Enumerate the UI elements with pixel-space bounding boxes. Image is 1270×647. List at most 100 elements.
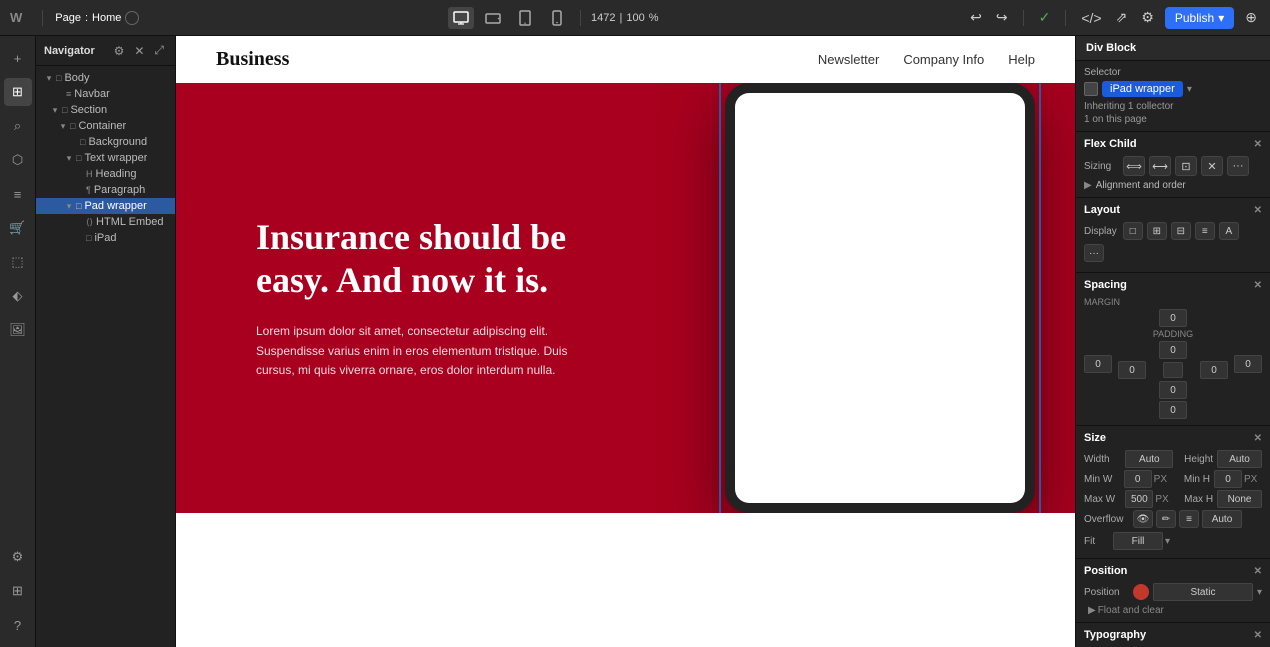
zoom-sep: | bbox=[620, 12, 623, 24]
ipad-wrapper[interactable]: iPad wrapper bbox=[725, 83, 1035, 513]
nav-help[interactable]: Help bbox=[1008, 52, 1035, 67]
mobile-btn[interactable] bbox=[544, 7, 570, 29]
navigator-close-btn[interactable]: ✕ bbox=[131, 42, 147, 59]
max-h-value[interactable]: None bbox=[1217, 490, 1262, 508]
size-none-btn[interactable]: ⊡ bbox=[1175, 156, 1197, 176]
undo-btn[interactable]: ↩ bbox=[967, 6, 985, 29]
typography-title[interactable]: Typography ✕ bbox=[1084, 629, 1262, 641]
navigator-expand-btn[interactable]: ⤢ bbox=[151, 42, 167, 59]
tree-label-heading: Heading bbox=[96, 168, 137, 180]
publish-btn[interactable]: Publish ▾ bbox=[1165, 7, 1234, 29]
overflow-visible-btn[interactable]: 👁 bbox=[1133, 510, 1153, 528]
tree-item-text-wrapper[interactable]: ▾ □ Text wrapper bbox=[36, 150, 175, 166]
max-row: Max W PX Max H None bbox=[1084, 490, 1262, 508]
position-value[interactable]: Static bbox=[1153, 583, 1253, 601]
share-btn[interactable]: ⇗ bbox=[1113, 6, 1131, 29]
canvas-content: Business Newsletter Company Info Help In… bbox=[176, 36, 1075, 647]
tablet-portrait-btn[interactable] bbox=[512, 7, 538, 29]
min-h-input[interactable] bbox=[1214, 470, 1242, 488]
navigator-settings-btn[interactable]: ⚙ bbox=[111, 42, 128, 59]
check-btn[interactable]: ✓ bbox=[1036, 6, 1054, 29]
tree-label-navbar: Navbar bbox=[74, 88, 109, 100]
alignment-order-row[interactable]: ▶ Alignment and order bbox=[1084, 180, 1262, 191]
margin-left-input[interactable] bbox=[1084, 355, 1112, 373]
add-element-btn[interactable]: + bbox=[4, 44, 32, 72]
margin-right-input[interactable] bbox=[1234, 355, 1262, 373]
tree-item-heading[interactable]: H Heading bbox=[36, 166, 175, 182]
selector-inheritance: Inheriting 1 collector bbox=[1084, 101, 1262, 112]
tree-item-background[interactable]: □ Background bbox=[36, 134, 175, 150]
display-inline-btn[interactable]: ≡ bbox=[1195, 222, 1215, 240]
max-w-input[interactable] bbox=[1125, 490, 1153, 508]
position-clear-btn[interactable] bbox=[1133, 584, 1149, 600]
logic-btn[interactable]: ⬖ bbox=[4, 282, 32, 310]
tree-item-section[interactable]: ▾ □ Section bbox=[36, 102, 175, 118]
navigator-btn[interactable]: ⊞ bbox=[4, 78, 32, 106]
settings-side-btn[interactable]: ⚙ bbox=[4, 543, 32, 571]
canvas-area[interactable]: Business Newsletter Company Info Help In… bbox=[176, 36, 1075, 647]
margin-bottom-input[interactable] bbox=[1159, 401, 1187, 419]
margin-top-input[interactable] bbox=[1159, 309, 1187, 327]
code-btn[interactable]: </> bbox=[1078, 7, 1104, 29]
padding-right-input[interactable] bbox=[1200, 361, 1228, 379]
min-row: Min W PX Min H PX bbox=[1084, 470, 1262, 488]
padding-left-input[interactable] bbox=[1118, 361, 1146, 379]
tree-item-container[interactable]: ▾ □ Container bbox=[36, 118, 175, 134]
cms-btn[interactable]: ≡ bbox=[4, 180, 32, 208]
assets-btn[interactable]: 🖼 bbox=[4, 316, 32, 344]
size-more-btn[interactable]: ··· bbox=[1227, 156, 1249, 176]
size-grow-btn[interactable]: ⟷ bbox=[1149, 156, 1171, 176]
nav-newsletter[interactable]: Newsletter bbox=[818, 52, 879, 67]
selector-chip[interactable]: iPad wrapper bbox=[1102, 81, 1183, 97]
tree-item-body[interactable]: ▾ □ Body bbox=[36, 70, 175, 86]
fit-value[interactable]: Fill bbox=[1113, 532, 1163, 550]
tree-item-html-embed[interactable]: ⟨⟩ HTML Embed bbox=[36, 214, 175, 230]
tree-item-ipad[interactable]: □ iPad bbox=[36, 230, 175, 246]
overflow-edit-btn[interactable]: ✏ bbox=[1156, 510, 1176, 528]
components-btn[interactable]: ⬡ bbox=[4, 146, 32, 174]
layout-label: Layout bbox=[1084, 204, 1120, 216]
padding-bottom-input[interactable] bbox=[1159, 381, 1187, 399]
expand-heading-icon bbox=[74, 169, 84, 179]
position-title[interactable]: Position ✕ bbox=[1084, 565, 1262, 577]
layout-display-row: Display □ ⊞ ⊟ ≡ A ··· bbox=[1084, 222, 1262, 262]
height-value[interactable]: Auto bbox=[1217, 450, 1262, 468]
apps-btn[interactable]: ⊞ bbox=[4, 577, 32, 605]
top-bar-center: 1472 | 100 % bbox=[448, 7, 658, 29]
settings-btn[interactable]: ⚙ bbox=[1138, 6, 1157, 29]
users-btn[interactable]: ⊕ bbox=[1242, 6, 1260, 29]
width-value[interactable]: Auto bbox=[1125, 450, 1173, 468]
zoom-px: 1472 bbox=[591, 12, 615, 24]
display-flex-btn[interactable]: ⊞ bbox=[1147, 222, 1167, 240]
size-title[interactable]: Size ✕ bbox=[1084, 432, 1262, 444]
padding-top-input[interactable] bbox=[1159, 341, 1187, 359]
tree-item-navbar[interactable]: ≡ Navbar bbox=[36, 86, 175, 102]
size-shrink-btn[interactable]: ⟺ bbox=[1123, 156, 1145, 176]
tree-item-paragraph[interactable]: ¶ Paragraph bbox=[36, 182, 175, 198]
desktop-device-btn[interactable] bbox=[448, 7, 474, 29]
display-more-btn[interactable]: ··· bbox=[1084, 244, 1104, 262]
redo-btn[interactable]: ↪ bbox=[993, 6, 1011, 29]
alignment-expand-icon: ▶ bbox=[1084, 180, 1092, 191]
min-w-input[interactable] bbox=[1124, 470, 1152, 488]
flex-child-title[interactable]: Flex Child ✕ bbox=[1084, 138, 1262, 150]
pages-btn[interactable]: ⬚ bbox=[4, 248, 32, 276]
expand-container-icon: ▾ bbox=[58, 121, 68, 131]
display-none-btn[interactable]: A bbox=[1219, 222, 1239, 240]
help-btn[interactable]: ? bbox=[4, 611, 32, 639]
tablet-landscape-btn[interactable] bbox=[480, 7, 506, 29]
layout-title[interactable]: Layout ✕ bbox=[1084, 204, 1262, 216]
tree-item-pad-wrapper[interactable]: ▾ □ Pad wrapper bbox=[36, 198, 175, 214]
nav-company-info[interactable]: Company Info bbox=[903, 52, 984, 67]
ecom-btn[interactable]: 🛒 bbox=[4, 214, 32, 242]
float-clear-row[interactable]: ▶ Float and clear bbox=[1084, 605, 1262, 616]
display-block-btn[interactable]: □ bbox=[1123, 222, 1143, 240]
search-elements-btn[interactable]: ⌕ bbox=[4, 112, 32, 140]
size-x-btn[interactable]: ✕ bbox=[1201, 156, 1223, 176]
spacing-title[interactable]: Spacing ✕ bbox=[1084, 279, 1262, 291]
expand-navbar-icon bbox=[54, 89, 64, 99]
display-grid-btn[interactable]: ⊟ bbox=[1171, 222, 1191, 240]
overflow-scroll-btn[interactable]: ≡ bbox=[1179, 510, 1199, 528]
padding-mid-row bbox=[1118, 361, 1228, 379]
right-panel: Div Block Selector iPad wrapper ▾ Inheri… bbox=[1075, 36, 1270, 647]
